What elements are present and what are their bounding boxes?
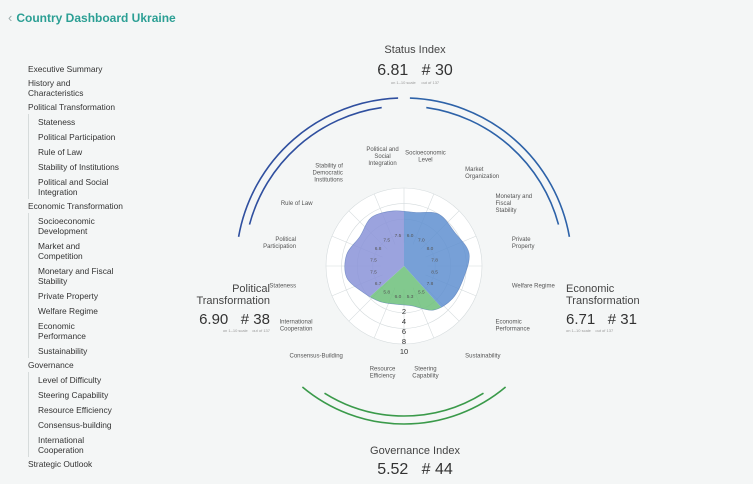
value-label: 7.5	[395, 233, 402, 239]
axis-label: Stateness	[269, 283, 296, 289]
value-label: 6.8	[375, 246, 382, 252]
governance-inner-arc	[324, 392, 484, 417]
value-label: 6.0	[407, 233, 414, 239]
axis-label: International Cooperation	[280, 320, 313, 333]
value-label: 7.0	[418, 238, 425, 244]
value-label: 7.5	[370, 257, 377, 263]
value-label: 7.8	[431, 257, 438, 263]
scale-tick: 6	[402, 327, 406, 336]
value-label: 7.5	[370, 270, 377, 276]
value-label: 5.5	[418, 289, 425, 295]
axis-label: Sustainability	[465, 353, 500, 359]
value-label: 8.0	[427, 246, 434, 252]
value-label: 5.8	[383, 289, 390, 295]
value-label: 6.0	[395, 294, 402, 300]
axis-label: Market Organization	[465, 167, 499, 180]
axis-label: Socioeconomic Level	[405, 151, 446, 164]
axis-label: Stability of Democratic Institutions	[313, 164, 344, 184]
axis-label: Political Participation	[263, 237, 296, 250]
value-label: 6.7	[375, 281, 382, 287]
axis-label: Rule of Law	[281, 201, 313, 207]
axis-label: Steering Capability	[412, 366, 438, 379]
axis-label: Political and Social Integration	[366, 147, 398, 167]
axis-label: Resource Efficiency	[370, 366, 396, 379]
scale-tick: 10	[400, 347, 408, 356]
axis-label: Welfare Regime	[512, 283, 556, 289]
axis-label: Consensus-Building	[290, 353, 343, 359]
value-label: 7.5	[383, 238, 390, 244]
axis-label: Monetary and Fiscal Stability	[495, 194, 532, 214]
value-label: 8.5	[431, 270, 438, 276]
value-label: 7.8	[427, 281, 434, 287]
value-label: 5.3	[407, 294, 414, 300]
scale-tick: 2	[402, 307, 406, 316]
axis-label: Economic Performance	[495, 320, 530, 333]
radar-chart: 6.07.08.07.88.57.85.55.36.05.86.77.57.56…	[237, 97, 571, 425]
scale-tick: 4	[402, 317, 406, 326]
governance-outer-arc	[301, 386, 507, 425]
axis-label: Private Property	[512, 237, 535, 250]
scale-tick: 8	[402, 337, 406, 346]
